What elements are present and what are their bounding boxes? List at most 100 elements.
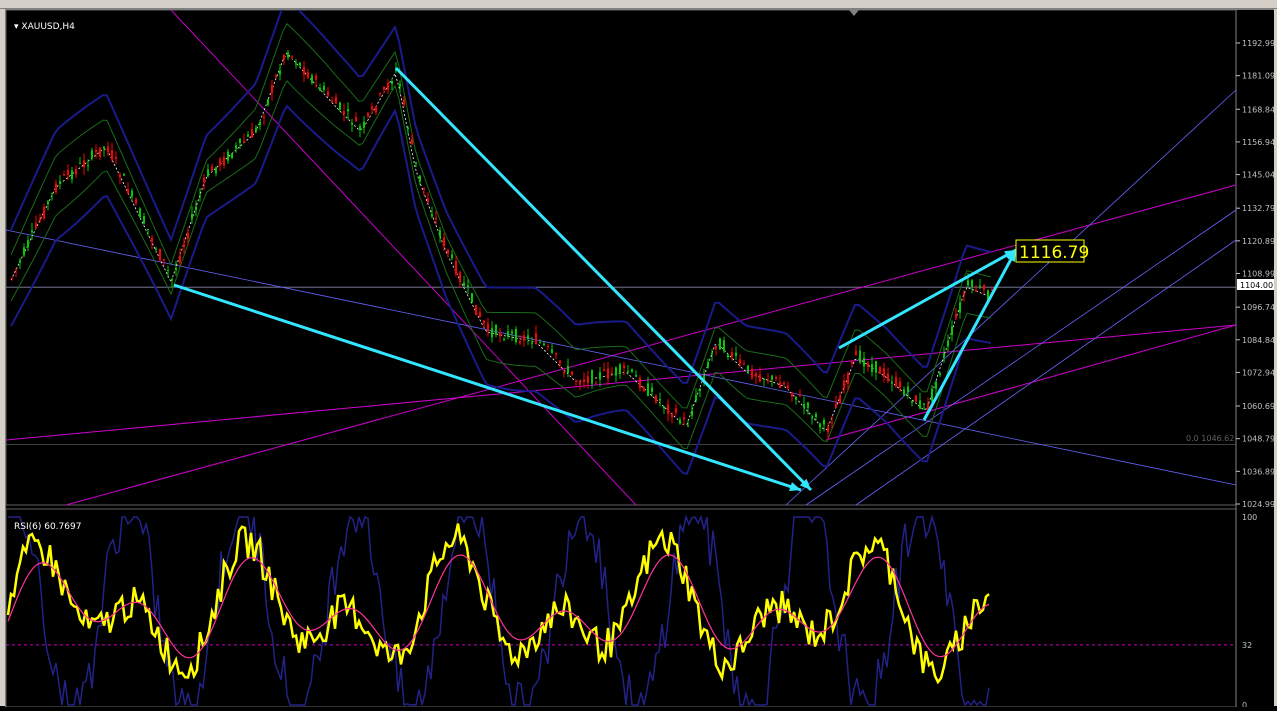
candle-body <box>259 121 261 126</box>
candle-body <box>255 127 257 132</box>
symbol-text: XAUUSD,H4 <box>21 22 75 32</box>
candle-body <box>55 183 57 193</box>
candle-body <box>343 111 345 115</box>
candle-body <box>299 62 301 66</box>
candle-body <box>911 401 913 403</box>
candle-body <box>267 99 269 105</box>
candle-body <box>275 76 277 78</box>
candle-body <box>711 352 713 355</box>
candle-body <box>943 353 945 358</box>
price-axis-tick-label: 1084.84 <box>1242 336 1274 345</box>
candle-body <box>111 150 113 160</box>
price-axis-tick-label: 1024.99 <box>1242 500 1274 509</box>
candle-body <box>879 366 881 374</box>
candle-body <box>123 173 125 176</box>
price-axis-tick-label: 1181.09 <box>1242 72 1274 81</box>
candle-body <box>939 372 941 376</box>
candle-body <box>231 153 233 159</box>
candle-body <box>655 395 657 403</box>
candle-body <box>39 219 41 221</box>
candle-body <box>243 141 245 143</box>
candle-body <box>91 150 93 158</box>
candle-body <box>279 70 281 75</box>
fib-level-label: 0.0 1046.62 <box>1186 434 1234 443</box>
candle-body <box>699 388 701 392</box>
candle-body <box>915 395 917 402</box>
price-axis-tick-label: 1096.74 <box>1242 303 1274 312</box>
candle-body <box>311 75 313 83</box>
candle-body <box>263 116 265 118</box>
candle-body <box>323 85 325 91</box>
candle-body <box>415 161 417 164</box>
candle-body <box>671 413 673 418</box>
candle-body <box>551 349 553 353</box>
candle-body <box>835 403 837 408</box>
candle-body <box>459 272 461 283</box>
candle-body <box>963 293 965 295</box>
candle-body <box>115 157 117 159</box>
candle-body <box>559 360 561 364</box>
candle-body <box>219 158 221 166</box>
candle-body <box>619 364 621 374</box>
candle-body <box>227 151 229 161</box>
candle-body <box>427 198 429 203</box>
candle-body <box>51 193 53 195</box>
candle-body <box>919 400 921 409</box>
candle-body <box>647 383 649 396</box>
candle-body <box>583 379 585 383</box>
candle-body <box>531 342 533 344</box>
candle-body <box>627 371 629 373</box>
candle-body <box>843 380 845 389</box>
candle-body <box>215 167 217 174</box>
candle-body <box>667 404 669 414</box>
price-axis-tick-label: 1132.79 <box>1242 204 1274 213</box>
candle-body <box>951 326 953 336</box>
candle-body <box>119 174 121 178</box>
candle-body <box>443 237 445 247</box>
candle-body <box>99 147 101 157</box>
candle-body <box>639 378 641 389</box>
candle-body <box>295 63 297 65</box>
candle-body <box>727 354 729 358</box>
candle-body <box>527 335 529 340</box>
candle-body <box>287 52 289 58</box>
candle-body <box>143 216 145 224</box>
candle-body <box>147 228 149 230</box>
price-chart-svg[interactable]: 1192.99 1181.09 1168.84 1156.94 1145.04 1132.… <box>5 0 1275 710</box>
candle-body <box>203 177 205 183</box>
candle-body <box>375 106 377 113</box>
candle-body <box>127 189 129 194</box>
candle-body <box>535 333 537 344</box>
candle-body <box>643 387 645 391</box>
chart-window[interactable]: 1192.99 1181.09 1168.84 1156.94 1145.04 1132.… <box>5 0 1275 710</box>
price-axis-tick-label: 1145.04 <box>1242 171 1274 180</box>
candle-body <box>35 223 37 228</box>
candle-body <box>763 378 765 380</box>
candle-body <box>223 156 225 166</box>
candle-body <box>707 362 709 368</box>
candle-body <box>319 87 321 91</box>
candle-body <box>359 126 361 130</box>
dropdown-triangle-icon[interactable]: ▾ <box>14 22 19 32</box>
candle-body <box>403 99 405 105</box>
candle-body <box>211 166 213 171</box>
candle-body <box>435 217 437 220</box>
candle-body <box>75 168 77 175</box>
candle-body <box>683 417 685 420</box>
candle-body <box>167 269 169 271</box>
candle-body <box>511 331 513 334</box>
candle-body <box>691 410 693 416</box>
candle-body <box>475 305 477 315</box>
candle-body <box>487 323 489 332</box>
candle-body <box>11 277 13 279</box>
candle-body <box>379 93 381 95</box>
candle-body <box>407 127 409 129</box>
candle-body <box>587 376 589 384</box>
candle-body <box>547 346 549 348</box>
candle-body <box>235 145 237 149</box>
candle-body <box>371 106 373 110</box>
candle-body <box>603 368 605 371</box>
candle-body <box>499 332 501 337</box>
candle-body <box>239 138 241 143</box>
candle-body <box>19 260 21 263</box>
